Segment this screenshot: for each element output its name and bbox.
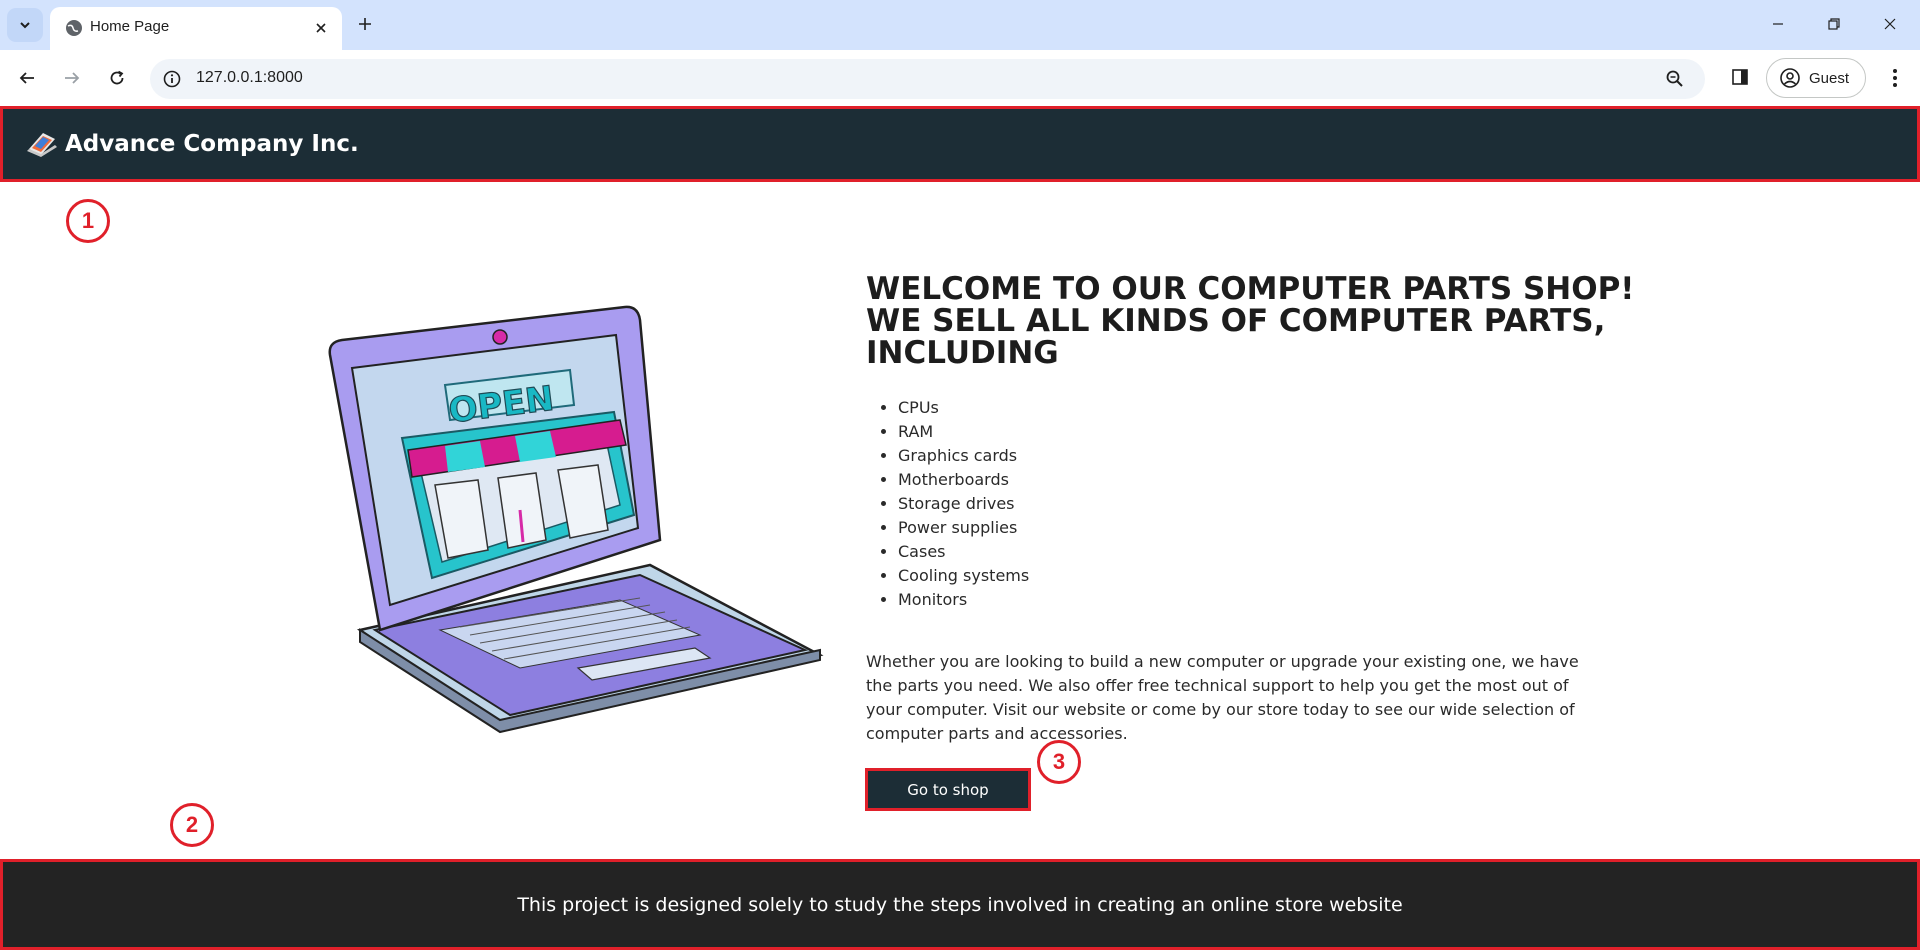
list-item: RAM [898,420,1029,444]
tab-strip: Home Page [0,0,1920,50]
side-panel-icon [1732,69,1748,85]
brand-link[interactable]: Advance Company Inc. [25,127,359,161]
new-tab-button[interactable] [353,12,377,36]
tab-title: Home Page [90,18,170,35]
zoom-button[interactable] [1663,67,1687,91]
plus-icon [359,18,371,30]
restore-button[interactable] [1819,11,1849,37]
site-footer: This project is designed solely to study… [0,859,1920,950]
annotation-marker-3: 3 [1037,740,1081,784]
profile-icon [1780,68,1800,88]
zoom-icon [1666,70,1683,87]
profile-label: Guest [1809,69,1850,87]
info-icon [163,70,181,88]
list-item: Cases [898,540,1029,564]
reload-icon [110,70,124,85]
back-arrow-icon [19,72,34,84]
laptop-logo-icon [27,133,57,157]
list-item: Motherboards [898,468,1029,492]
list-item: CPUs [898,396,1029,420]
browser-tab[interactable]: Home Page [50,7,342,50]
kebab-menu-icon [1893,69,1897,87]
minimize-icon [1773,23,1783,25]
browser-menu-button[interactable] [1880,62,1910,94]
globe-icon [66,20,82,36]
brand-name: Advance Company Inc. [65,131,359,157]
list-item: Storage drives [898,492,1029,516]
close-window-icon [1884,18,1896,30]
browser-toolbar: 127.0.0.1:8000 Guest [0,50,1920,106]
reload-button[interactable] [100,61,134,95]
url-text[interactable]: 127.0.0.1:8000 [196,69,303,87]
hero-description: Whether you are looking to build a new c… [866,652,1579,743]
list-item: Cooling systems [898,564,1029,588]
tab-close-button[interactable] [310,17,332,39]
close-icon [316,23,326,33]
close-window-button[interactable] [1875,11,1905,37]
annotation-marker-1: 1 [66,199,110,243]
profile-button[interactable]: Guest [1766,58,1866,98]
annotation-marker-2: 2 [170,803,214,847]
parts-list: CPUs RAM Graphics cards Motherboards Sto… [898,396,1029,612]
go-to-shop-button[interactable]: Go to shop [865,768,1031,811]
footer-text: This project is designed solely to study… [517,893,1403,916]
address-bar[interactable]: 127.0.0.1:8000 [150,59,1705,99]
chevron-down-icon [20,22,30,29]
site-info-button[interactable] [160,67,184,91]
hero-heading: WELCOME TO OUR COMPUTER PARTS SHOP! WE S… [866,271,1635,371]
back-button[interactable] [10,61,44,95]
list-item: Monitors [898,588,1029,612]
side-panel-button[interactable] [1725,62,1755,92]
minimize-button[interactable] [1763,11,1793,37]
site-navbar: Advance Company Inc. [0,106,1920,182]
forward-arrow-icon [65,72,80,84]
restore-icon [1828,18,1840,30]
laptop-shop-illustration: OPEN [328,305,824,734]
tab-search-button[interactable] [7,8,43,42]
list-item: Power supplies [898,516,1029,540]
forward-button[interactable] [55,61,89,95]
list-item: Graphics cards [898,444,1029,468]
